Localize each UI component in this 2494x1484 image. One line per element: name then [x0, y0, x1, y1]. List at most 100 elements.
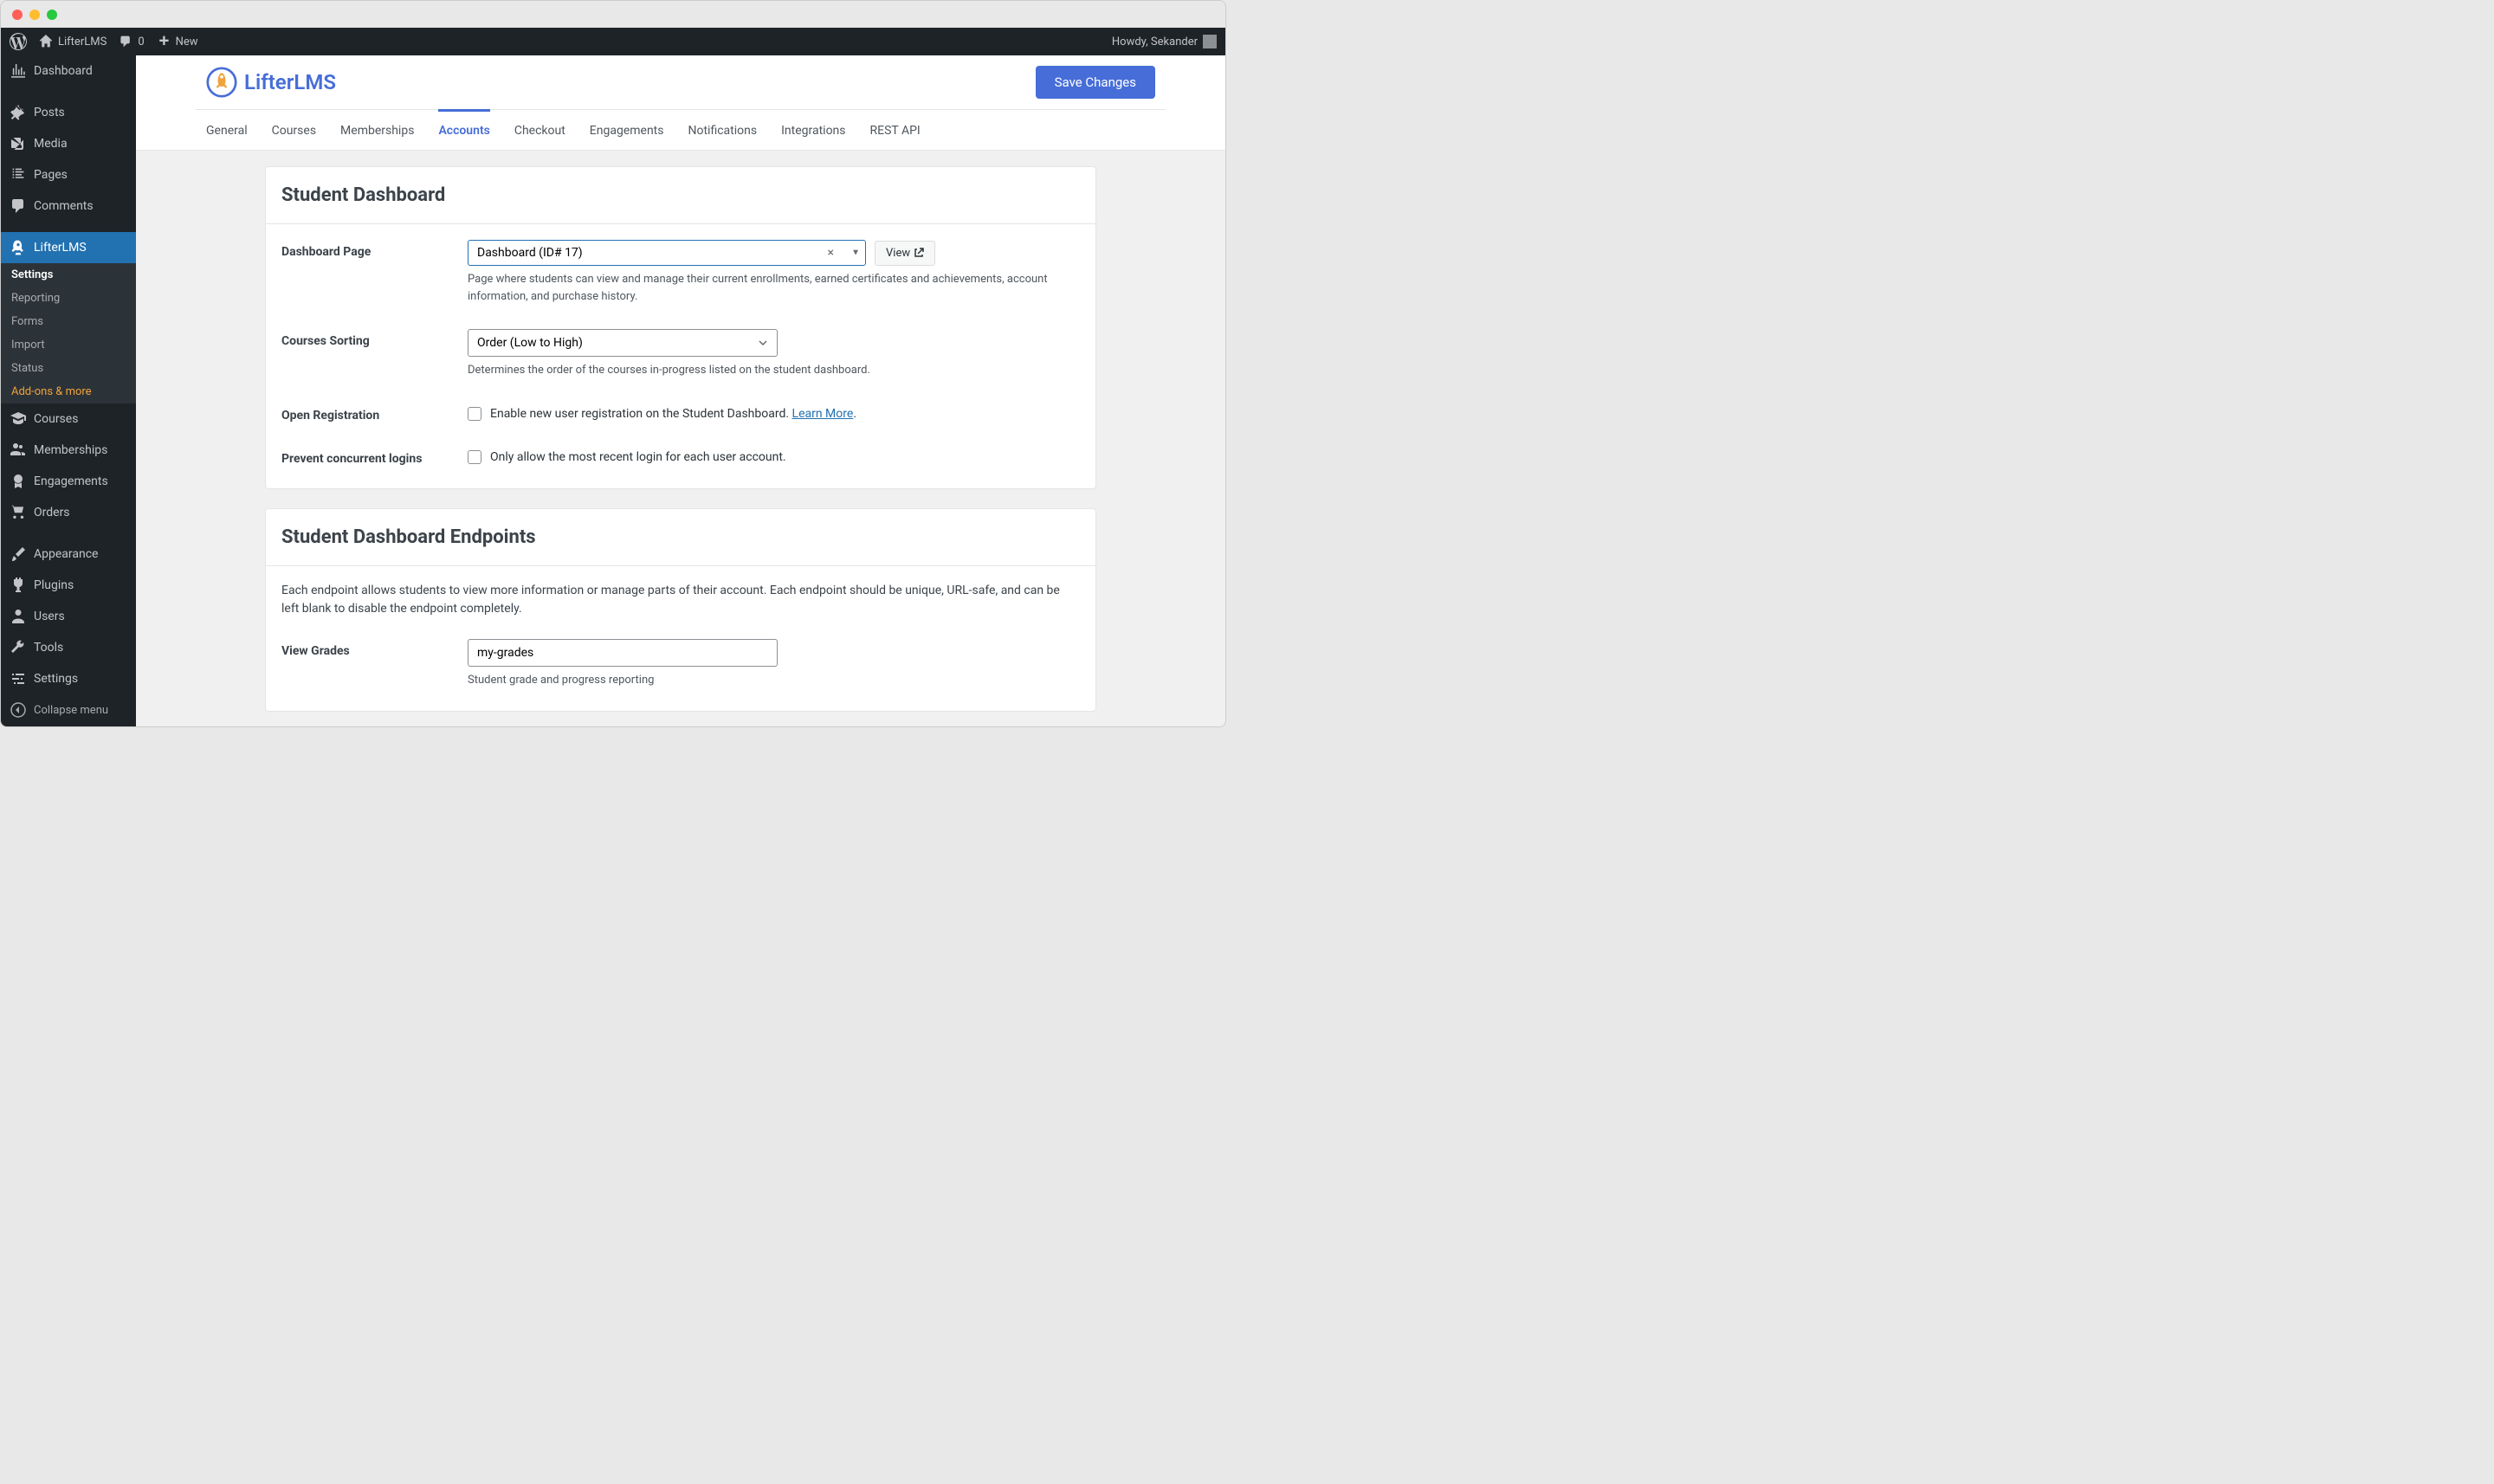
page-icon	[10, 166, 27, 184]
collapse-menu[interactable]: Collapse menu	[1, 694, 136, 726]
menu-dashboard-label: Dashboard	[34, 64, 93, 78]
panel-title: Student Dashboard	[266, 167, 1095, 224]
open-registration-checkbox[interactable]	[468, 407, 481, 421]
menu-engagements[interactable]: Engagements	[1, 466, 136, 497]
menu-memberships-label: Memberships	[34, 443, 107, 457]
external-link-icon	[914, 248, 924, 258]
dashboard-page-select[interactable]: Dashboard (ID# 17) × ▼	[468, 240, 866, 266]
menu-plugins[interactable]: Plugins	[1, 570, 136, 601]
submenu-addons[interactable]: Add-ons & more	[1, 380, 136, 403]
prevent-concurrent-label: Prevent concurrent logins	[281, 447, 468, 466]
menu-settings-label: Settings	[34, 672, 78, 686]
account-link[interactable]: Howdy, Sekander	[1112, 35, 1217, 48]
menu-pages[interactable]: Pages	[1, 159, 136, 190]
menu-media-label: Media	[34, 137, 68, 151]
dashboard-page-label: Dashboard Page	[281, 240, 468, 259]
menu-plugins-label: Plugins	[34, 578, 74, 592]
tab-rest-api[interactable]: REST API	[870, 109, 921, 150]
menu-posts[interactable]: Posts	[1, 97, 136, 128]
comments-menu-icon	[10, 197, 27, 215]
menu-media[interactable]: Media	[1, 128, 136, 159]
menu-appearance[interactable]: Appearance	[1, 539, 136, 570]
users-icon	[10, 442, 27, 459]
admin-sidebar: Dashboard Posts Media Pages Comments	[1, 55, 136, 726]
open-registration-text: Enable new user registration on the Stud…	[490, 407, 792, 421]
new-content-link[interactable]: New	[157, 35, 198, 48]
view-button-label: View	[886, 247, 910, 260]
chevron-down-icon	[758, 338, 768, 348]
brush-icon	[10, 545, 27, 563]
cart-icon	[10, 504, 27, 521]
submenu-status[interactable]: Status	[1, 357, 136, 380]
site-name-link[interactable]: LifterLMS	[39, 35, 107, 48]
submenu-import[interactable]: Import	[1, 333, 136, 357]
tab-accounts[interactable]: Accounts	[438, 109, 489, 150]
lifterlms-submenu: Settings Reporting Forms Import Status A…	[1, 263, 136, 403]
window-minimize-button[interactable]	[29, 10, 40, 20]
menu-posts-label: Posts	[34, 106, 65, 119]
submenu-forms[interactable]: Forms	[1, 310, 136, 333]
tab-notifications[interactable]: Notifications	[688, 109, 758, 150]
menu-comments[interactable]: Comments	[1, 190, 136, 222]
courses-sorting-desc: Determines the order of the courses in-p…	[468, 362, 1080, 379]
wordpress-icon	[10, 33, 27, 50]
endpoints-panel: Student Dashboard Endpoints Each endpoin…	[265, 508, 1096, 713]
award-icon	[10, 473, 27, 490]
tab-courses[interactable]: Courses	[272, 109, 316, 150]
menu-engagements-label: Engagements	[34, 474, 108, 488]
tab-checkout[interactable]: Checkout	[514, 109, 565, 150]
open-registration-label: Open Registration	[281, 403, 468, 423]
view-page-button[interactable]: View	[875, 241, 935, 266]
graduation-icon	[10, 410, 27, 428]
menu-orders[interactable]: Orders	[1, 497, 136, 528]
window-close-button[interactable]	[12, 10, 23, 20]
prevent-concurrent-checkbox[interactable]	[468, 450, 481, 464]
menu-lifterlms[interactable]: LifterLMS	[1, 232, 136, 263]
menu-appearance-label: Appearance	[34, 547, 98, 561]
endpoints-panel-title: Student Dashboard Endpoints	[266, 509, 1095, 566]
tab-general[interactable]: General	[206, 109, 248, 150]
window-maximize-button[interactable]	[47, 10, 57, 20]
logo-mark-icon	[206, 67, 237, 98]
courses-sorting-value: Order (Low to High)	[477, 336, 583, 350]
new-label: New	[176, 35, 198, 48]
menu-tools[interactable]: Tools	[1, 632, 136, 663]
tab-integrations[interactable]: Integrations	[781, 109, 845, 150]
prevent-concurrent-text: Only allow the most recent login for eac…	[490, 450, 786, 464]
tab-engagements[interactable]: Engagements	[590, 109, 664, 150]
view-grades-input[interactable]	[468, 639, 778, 667]
user-avatar	[1203, 35, 1217, 48]
menu-courses[interactable]: Courses	[1, 403, 136, 435]
comment-icon	[119, 35, 132, 48]
sliders-icon	[10, 670, 27, 687]
rocket-icon	[10, 239, 27, 256]
submenu-settings[interactable]: Settings	[1, 263, 136, 287]
tab-memberships[interactable]: Memberships	[340, 109, 414, 150]
menu-orders-label: Orders	[34, 506, 70, 519]
site-name-text: LifterLMS	[58, 35, 107, 48]
logo-text: LifterLMS	[244, 70, 336, 94]
save-changes-button[interactable]: Save Changes	[1036, 66, 1155, 99]
submenu-reporting[interactable]: Reporting	[1, 287, 136, 310]
wrench-icon	[10, 639, 27, 656]
plus-icon	[157, 35, 171, 48]
wp-logo-menu[interactable]	[10, 33, 27, 50]
courses-sorting-select[interactable]: Order (Low to High)	[468, 329, 778, 357]
howdy-text: Howdy, Sekander	[1112, 35, 1198, 48]
menu-settings[interactable]: Settings	[1, 663, 136, 694]
content-area: LifterLMS Save Changes General Courses M…	[136, 55, 1225, 726]
clear-icon[interactable]: ×	[828, 246, 837, 260]
comments-link[interactable]: 0	[119, 35, 144, 48]
menu-dashboard[interactable]: Dashboard	[1, 55, 136, 87]
menu-users[interactable]: Users	[1, 601, 136, 632]
menu-comments-label: Comments	[34, 199, 94, 213]
menu-courses-label: Courses	[34, 412, 78, 426]
learn-more-link[interactable]: Learn More	[792, 407, 854, 421]
page-header: LifterLMS Save Changes General Courses M…	[136, 55, 1225, 151]
menu-memberships[interactable]: Memberships	[1, 435, 136, 466]
collapse-icon	[10, 701, 27, 719]
comments-count: 0	[138, 35, 144, 48]
plug-icon	[10, 577, 27, 594]
admin-bar: LifterLMS 0 New Howdy, Sekander	[1, 28, 1225, 55]
menu-pages-label: Pages	[34, 168, 68, 182]
